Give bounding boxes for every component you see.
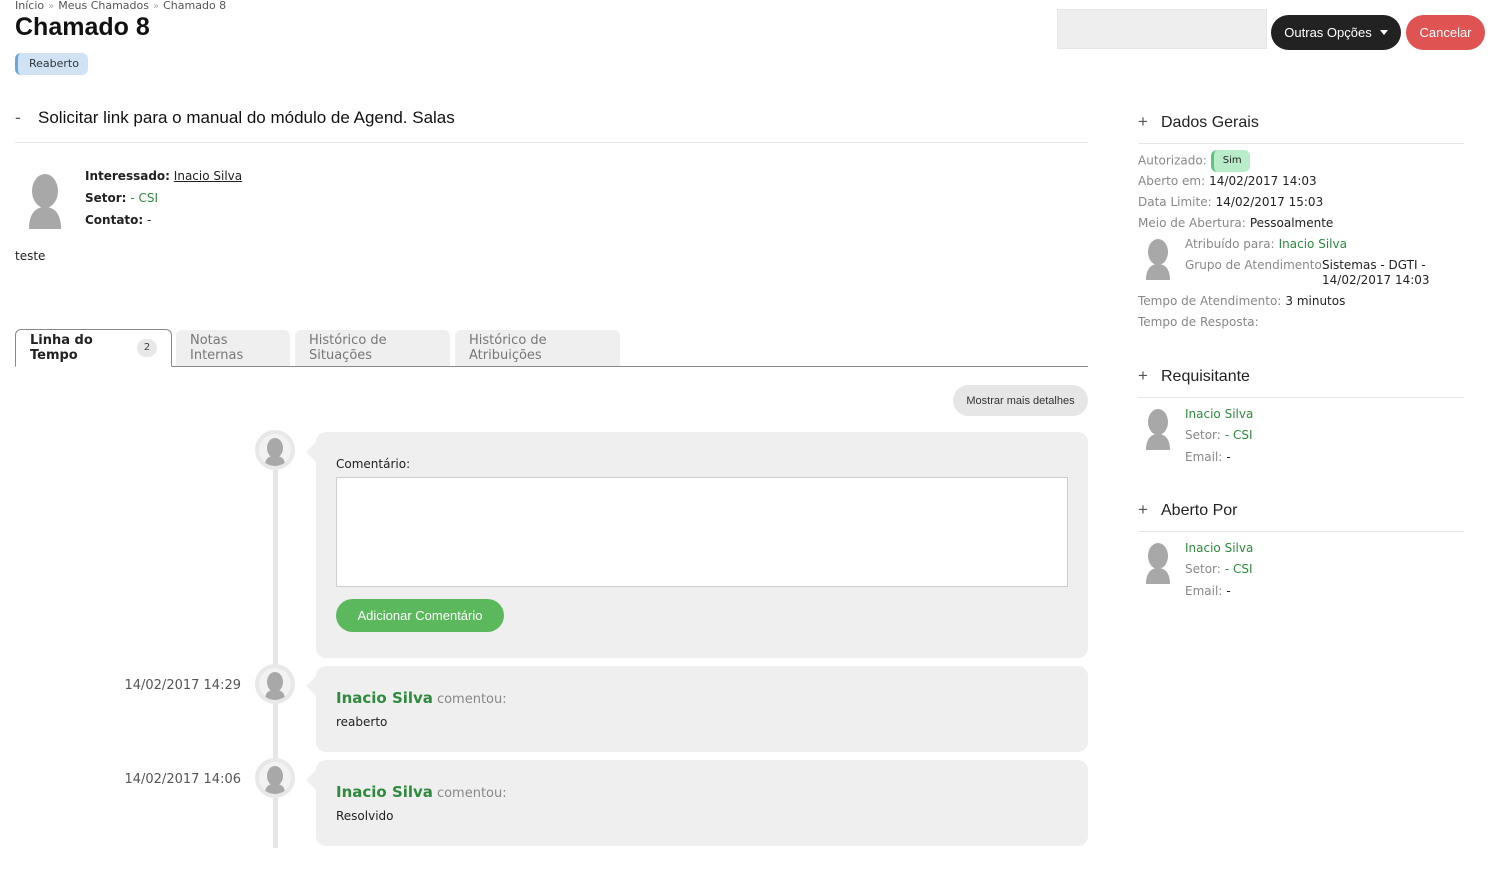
requisitante-name-row: Inacio Silva	[1185, 407, 1253, 421]
comment-text: Resolvido	[336, 809, 394, 823]
info-setor: Setor: - CSI	[85, 191, 158, 205]
avatar-icon	[1146, 543, 1170, 584]
aberto-por-name-row: Inacio Silva	[1185, 541, 1253, 555]
comment-author-link[interactable]: Inacio Silva	[336, 783, 433, 801]
data-limite-row: Data Limite: 14/02/2017 15:03	[1138, 195, 1324, 209]
add-comment-button[interactable]: Adicionar Comentário	[336, 599, 504, 632]
expand-plus-icon: +	[1138, 366, 1148, 385]
timeline-date: 14/02/2017 14:29	[124, 678, 241, 693]
timeline-entry	[316, 666, 1088, 752]
subject-text: Solicitar link para o manual do módulo d…	[38, 108, 455, 127]
tab-historico-situacoes[interactable]: Histórico de Situações	[295, 330, 450, 366]
tab-historico-atribuicoes[interactable]: Histórico de Atribuições	[455, 330, 620, 366]
comment-author-link[interactable]: Inacio Silva	[336, 689, 433, 707]
tab-count-badge: 2	[137, 339, 157, 357]
header-placeholder-box	[1057, 9, 1267, 49]
show-more-details-button[interactable]: Mostrar mais detalhes	[953, 385, 1088, 416]
breadcrumb-current: Chamado 8	[163, 0, 227, 12]
cancel-button[interactable]: Cancelar	[1406, 15, 1485, 50]
aberto-por-email-row: Email: -	[1185, 584, 1231, 598]
aberto-por-header[interactable]: + Aberto Por	[1138, 500, 1464, 532]
timeline-avatar	[255, 758, 295, 798]
avatar-icon	[1146, 239, 1170, 280]
requisitante-email-row: Email: -	[1185, 450, 1231, 464]
contato-value: -	[147, 213, 152, 227]
timeline-entry	[316, 760, 1088, 846]
avatar-icon	[265, 672, 285, 700]
breadcrumb-home[interactable]: Início	[15, 0, 44, 12]
requisitante-link[interactable]: Inacio Silva	[1185, 407, 1253, 421]
meio-abertura-row: Meio de Abertura: Pessoalmente	[1138, 216, 1334, 230]
atribuido-link[interactable]: Inacio Silva	[1279, 237, 1347, 251]
tempo-resposta-row: Tempo de Resposta:	[1138, 315, 1259, 329]
requisitante-setor-row: Setor: - CSI	[1185, 428, 1253, 442]
tempo-atendimento-row: Tempo de Atendimento: 3 minutos	[1138, 294, 1346, 308]
page-title: Chamado 8	[15, 13, 150, 41]
expand-plus-icon: +	[1138, 500, 1148, 519]
avatar-icon	[265, 438, 285, 466]
dados-gerais-header[interactable]: + Dados Gerais	[1138, 112, 1464, 144]
timeline-avatar	[255, 664, 295, 704]
timeline-date: 14/02/2017 14:06	[124, 772, 241, 787]
status-badge: Reaberto	[15, 53, 88, 75]
comment-label: Comentário:	[336, 457, 411, 471]
avatar-icon	[265, 766, 285, 794]
tab-notas-internas[interactable]: Notas Internas	[176, 330, 290, 366]
setor-value: - CSI	[130, 191, 158, 205]
ticket-description: teste	[15, 249, 46, 263]
comment-text: reaberto	[336, 715, 388, 729]
requisitante-header[interactable]: + Requisitante	[1138, 366, 1464, 398]
collapse-toggle[interactable]: -	[15, 108, 38, 128]
info-contato: Contato: -	[85, 213, 152, 227]
breadcrumb: Início» Meus Chamados» Chamado 8	[15, 0, 227, 12]
autorizado-badge: Sim	[1210, 150, 1250, 172]
other-options-button[interactable]: Outras Opções	[1271, 15, 1401, 50]
timeline-avatar	[255, 430, 295, 470]
expand-plus-icon: +	[1138, 112, 1148, 131]
autorizado-row: Autorizado: Sim	[1138, 150, 1250, 172]
subject-header: - Solicitar link para o manual do módulo …	[15, 108, 1088, 143]
aberto-por-setor-row: Setor: - CSI	[1185, 562, 1253, 576]
atribuido-row: Atribuído para: Inacio Silva	[1185, 237, 1347, 251]
tabs-divider	[15, 366, 1088, 367]
card-arrow	[306, 770, 316, 790]
caret-down-icon	[1379, 30, 1388, 35]
breadcrumb-meus-chamados[interactable]: Meus Chamados	[58, 0, 149, 12]
other-options-label: Outras Opções	[1284, 25, 1372, 40]
info-interessado: Interessado: Inacio Silva	[85, 169, 243, 183]
aberto-em-row: Aberto em: 14/02/2017 14:03	[1138, 174, 1317, 188]
avatar-icon	[29, 174, 61, 229]
grupo-atendimento-value: Sistemas - DGTI - 14/02/2017 14:03	[1322, 258, 1430, 287]
aberto-por-link[interactable]: Inacio Silva	[1185, 541, 1253, 555]
comment-header: Inacio Silva comentou:	[336, 689, 507, 707]
card-arrow	[306, 442, 316, 462]
avatar-icon	[1146, 409, 1170, 450]
comment-header: Inacio Silva comentou:	[336, 783, 507, 801]
card-arrow	[306, 676, 316, 696]
interessado-link[interactable]: Inacio Silva	[174, 169, 242, 183]
comment-textarea[interactable]	[336, 477, 1068, 587]
tab-linha-do-tempo[interactable]: Linha do Tempo 2	[15, 329, 172, 367]
grupo-atendimento-row: Grupo de Atendimento:	[1185, 258, 1326, 272]
